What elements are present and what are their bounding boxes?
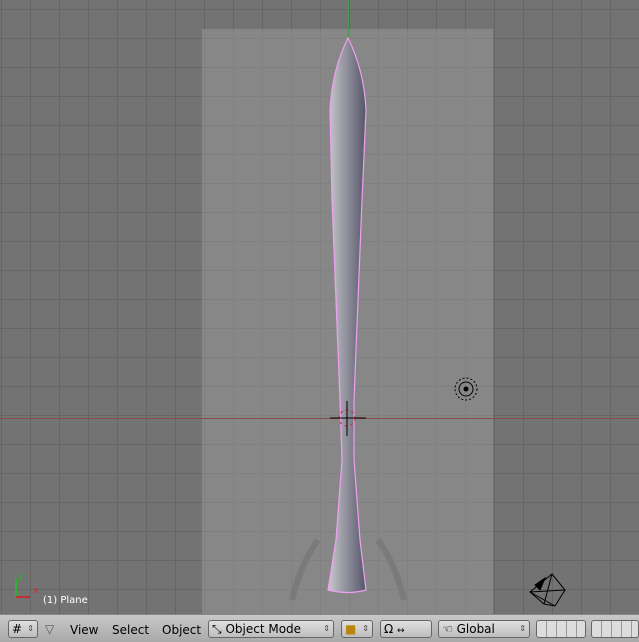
orientation-select[interactable]: ☜ Global ⇕ [438, 620, 530, 638]
mode-label: Object Mode [225, 622, 302, 636]
axis-x-label: x [33, 586, 39, 596]
pivot-select[interactable]: Ω ↔ [380, 620, 432, 638]
viewport-header: # ⇕ ▽ View Select Object ⤡ Object Mode ⇕ ■… [0, 614, 639, 642]
axis-y-label: y [18, 572, 24, 582]
layer-buttons-2[interactable] [591, 620, 639, 638]
grid-icon: # [12, 622, 23, 636]
draw-type-select[interactable]: ■ ⇕ [341, 620, 373, 638]
orientation-label: Global [456, 622, 495, 636]
mode-select[interactable]: ⤡ Object Mode ⇕ [208, 620, 334, 638]
blade-mesh [327, 36, 367, 594]
layer-buttons-1[interactable] [536, 620, 586, 638]
editor-type-button[interactable]: # ⇕ [8, 620, 38, 638]
hand-icon: ☜ [442, 622, 453, 636]
menu-select[interactable]: Select [112, 623, 149, 637]
cube-icon: ■ [345, 622, 357, 636]
lamp-icon [454, 377, 478, 401]
menu-view[interactable]: View [70, 623, 98, 637]
camera-icon [529, 573, 566, 607]
object-mode-icon: ⤡ [212, 622, 222, 636]
3d-viewport[interactable]: x y (1) Plane [0, 0, 639, 614]
scene-svg [15, 36, 566, 607]
collapse-menu-triangle-icon[interactable]: ▽ [45, 622, 54, 636]
move-icon: ↔ [397, 626, 405, 636]
object-info-label: (1) Plane [43, 595, 88, 606]
menu-object[interactable]: Object [162, 623, 201, 637]
pivot-icon: Ω [384, 622, 394, 636]
